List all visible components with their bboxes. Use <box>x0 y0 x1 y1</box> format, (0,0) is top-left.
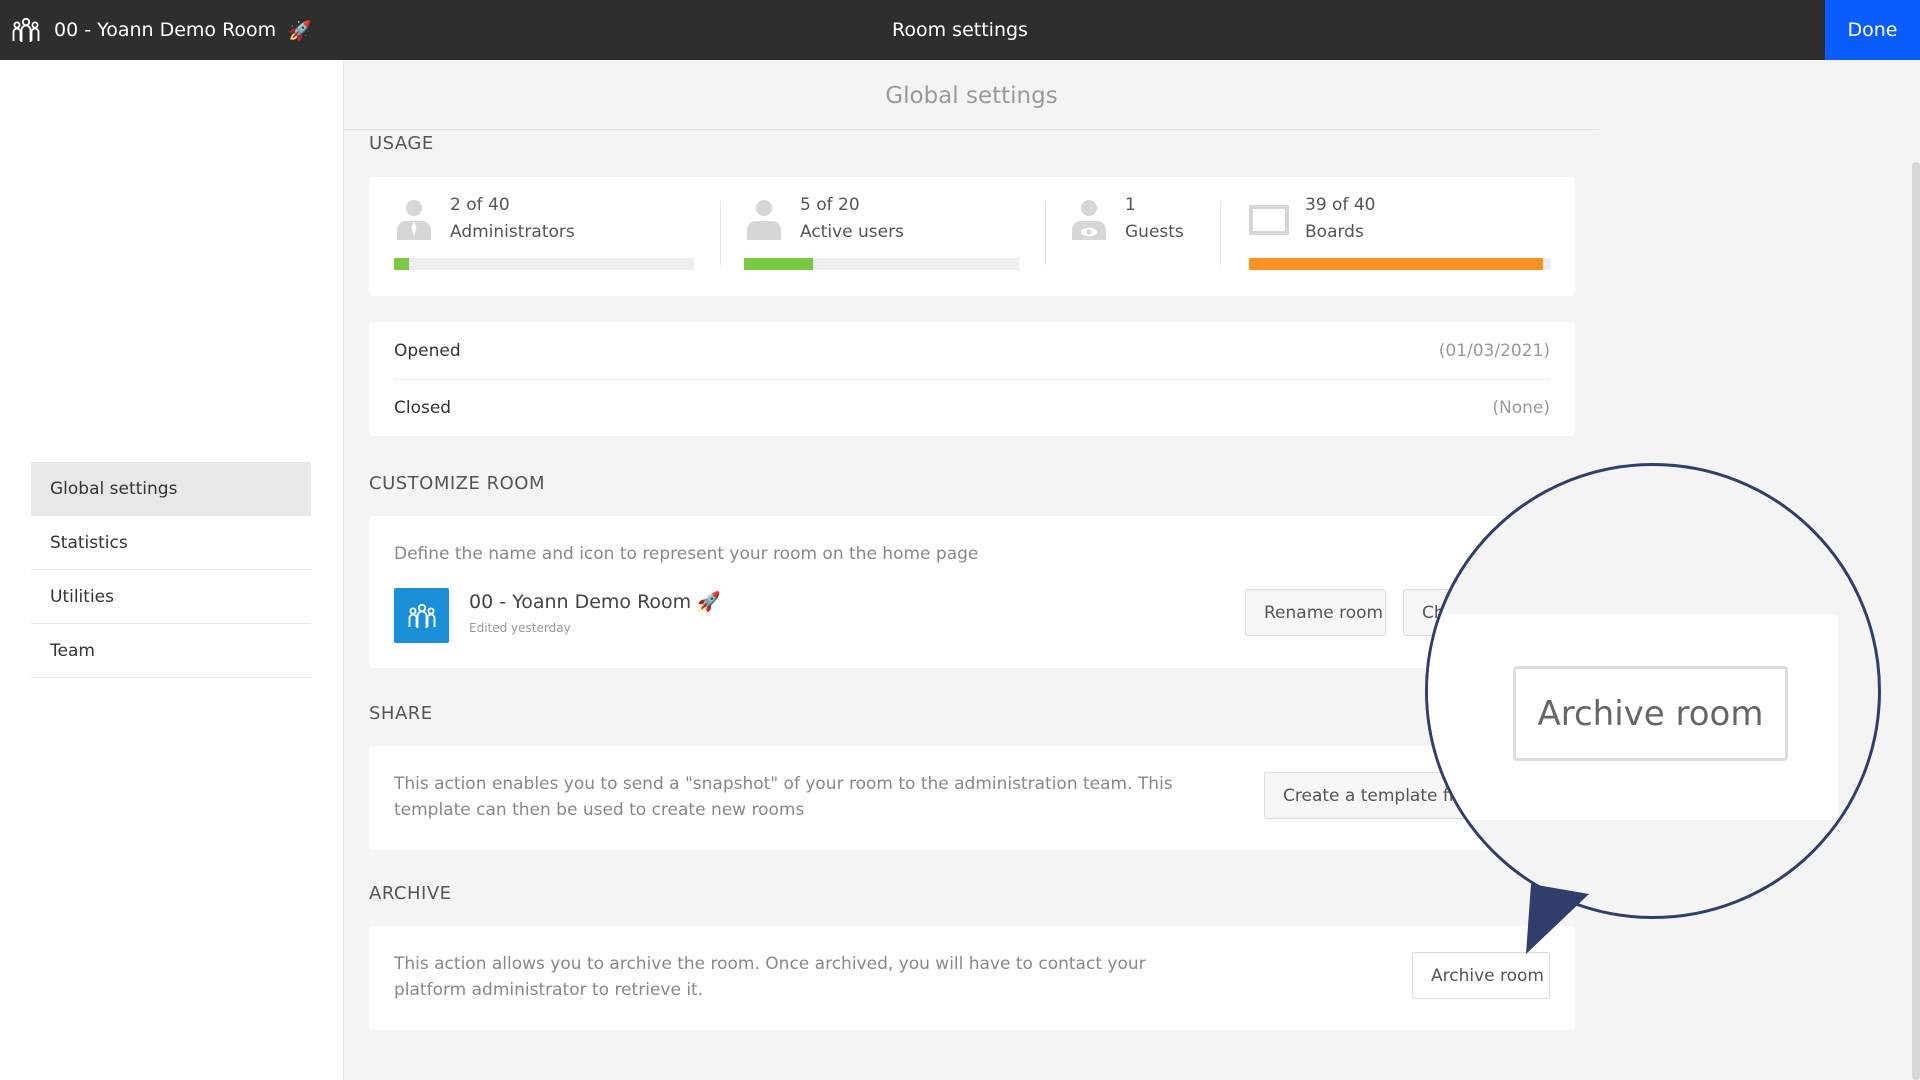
divider <box>1045 201 1046 265</box>
admin-label: Administrators <box>450 222 575 242</box>
metric-active-users: 5 of 20 Active users <box>744 177 1019 296</box>
admin-user-icon <box>397 200 431 240</box>
guests-count: 1 <box>1125 195 1136 215</box>
team-icon <box>12 17 40 42</box>
metric-administrators: 2 of 40 Administrators <box>394 177 694 296</box>
user-icon <box>747 200 781 240</box>
share-card: This action enables you to send a "snaps… <box>369 746 1575 850</box>
guests-label: Guests <box>1125 222 1184 242</box>
sidebar-item-utilities[interactable]: Utilities <box>31 570 311 624</box>
admin-progress-fill <box>394 258 409 270</box>
active-users-label: Active users <box>800 222 904 242</box>
boards-label: Boards <box>1305 222 1364 242</box>
metric-boards: 39 of 40 Boards <box>1249 177 1551 296</box>
room-edited-time: Edited yesterday <box>469 621 571 635</box>
boards-progress-fill <box>1249 258 1544 270</box>
room-name: 00 - Yoann Demo Room <box>54 19 277 41</box>
active-users-count: 5 of 20 <box>800 195 860 215</box>
scrollbar[interactable] <box>1912 162 1920 1080</box>
sidebar-item-global-settings[interactable]: Global settings <box>31 462 311 516</box>
closed-value: (None) <box>1492 397 1550 418</box>
admin-progress-bar <box>394 258 694 270</box>
rocket-icon: 🚀 <box>288 19 312 42</box>
sidebar-item-team[interactable]: Team <box>31 624 311 678</box>
boards-count: 39 of 40 <box>1305 195 1376 215</box>
magnified-archive-room-button[interactable]: Archive room <box>1513 666 1788 761</box>
usage-card: 2 of 40 Administrators 5 of 20 Active us… <box>369 177 1575 296</box>
settings-nav: Global settings Statistics Utilities Tea… <box>31 462 311 678</box>
callout-pointer <box>1526 884 1589 954</box>
closed-label: Closed <box>394 397 452 418</box>
customize-title: CUSTOMIZE ROOM <box>369 473 545 494</box>
room-icon-tile[interactable] <box>394 588 449 643</box>
opened-label: Opened <box>394 340 461 361</box>
sidebar: Global settings Statistics Utilities Tea… <box>0 60 344 1080</box>
boards-progress-bar <box>1249 258 1551 270</box>
room-name-display: 00 - Yoann Demo Room 🚀 <box>469 590 721 614</box>
archive-title: ARCHIVE <box>369 883 452 904</box>
closed-row: Closed (None) <box>394 379 1550 436</box>
metric-guests: 1 Guests <box>1069 177 1209 296</box>
active-users-progress-fill <box>744 258 813 270</box>
section-header: Global settings <box>344 60 1599 130</box>
archive-card: This action allows you to archive the ro… <box>369 926 1575 1030</box>
divider <box>720 201 721 265</box>
opened-value: (01/03/2021) <box>1438 340 1550 361</box>
share-description-line: This action enables you to send a "snaps… <box>394 774 1173 794</box>
share-description-line: template can then be used to create new … <box>394 800 805 820</box>
guest-icon <box>1072 200 1106 240</box>
team-icon <box>408 603 435 628</box>
room-name-text: 00 - Yoann Demo Room <box>469 590 692 613</box>
customize-card: Define the name and icon to represent yo… <box>369 516 1575 668</box>
usage-title: USAGE <box>369 133 434 154</box>
customize-description: Define the name and icon to represent yo… <box>394 544 979 564</box>
rocket-icon: 🚀 <box>697 591 721 613</box>
opened-row: Opened (01/03/2021) <box>394 322 1550 379</box>
board-icon <box>1249 205 1289 235</box>
magnifier-callout: Archive room <box>1425 463 1881 919</box>
archive-description: This action allows you to archive the ro… <box>394 951 1146 1003</box>
rename-room-button[interactable]: Rename room <box>1245 589 1386 636</box>
done-button[interactable]: Done <box>1825 0 1920 60</box>
active-users-progress-bar <box>744 258 1019 270</box>
room-header: 00 - Yoann Demo Room 🚀 <box>10 0 312 60</box>
archive-description-line: This action allows you to archive the ro… <box>394 954 1146 974</box>
share-description: This action enables you to send a "snaps… <box>394 771 1173 823</box>
share-title: SHARE <box>369 703 433 724</box>
archive-description-line: platform administrator to retrieve it. <box>394 980 704 1000</box>
dates-card: Opened (01/03/2021) Closed (None) <box>369 322 1575 436</box>
sidebar-item-statistics[interactable]: Statistics <box>31 516 311 570</box>
divider <box>1220 201 1221 265</box>
top-bar: 00 - Yoann Demo Room 🚀 Room settings Don… <box>0 0 1920 60</box>
admin-count: 2 of 40 <box>450 195 510 215</box>
